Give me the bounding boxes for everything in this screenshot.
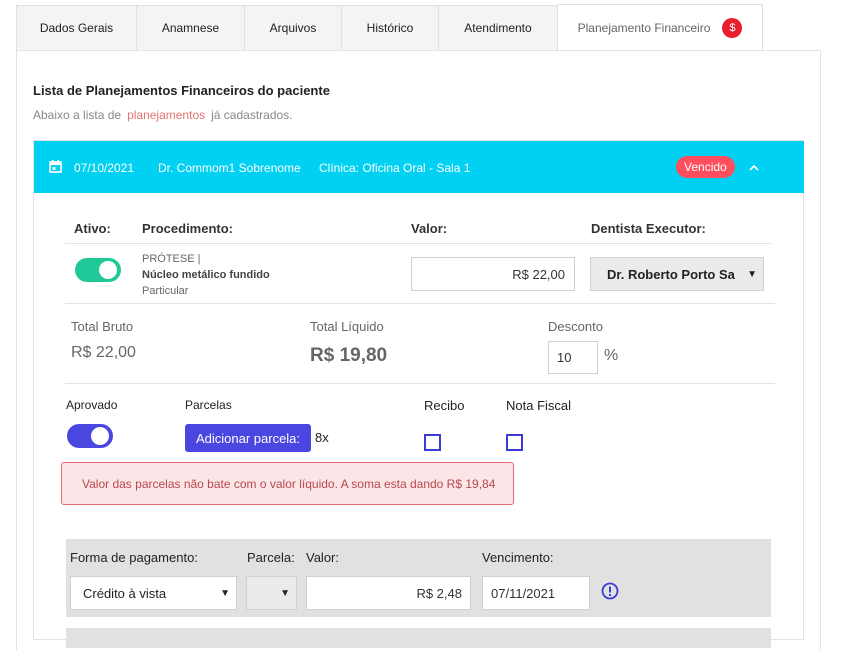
recibo-checkbox[interactable] <box>424 434 441 451</box>
divider <box>65 383 775 384</box>
aprovado-toggle[interactable] <box>67 424 113 448</box>
parcela-label: Parcela: <box>247 550 295 565</box>
parcela-valor-input[interactable]: R$ 2,48 <box>306 576 471 610</box>
procedure-category: PRÓTESE | <box>142 253 201 265</box>
dollar-icon: $ <box>722 17 743 38</box>
aprovado-label: Aprovado <box>66 398 118 412</box>
ativo-toggle[interactable] <box>75 258 121 282</box>
tab-label: Histórico <box>366 21 414 35</box>
tab-planejamento-financeiro[interactable]: Planejamento Financeiro $ <box>558 4 763 51</box>
status-badge: Vencido <box>676 156 735 178</box>
parcelas-count: 8x <box>315 430 329 445</box>
chevron-up-icon[interactable] <box>749 163 759 173</box>
tab-historico[interactable]: Histórico <box>342 5 439 51</box>
col-procedimento: Procedimento: <box>142 221 234 236</box>
chevron-down-icon: ▼ <box>744 268 757 280</box>
desconto-input[interactable]: 10 <box>548 341 598 374</box>
tab-anamnese[interactable]: Anamnese <box>137 5 245 51</box>
dentista-select[interactable]: Dr. Roberto Porto Sa ▼ <box>590 257 764 291</box>
divider <box>65 303 775 304</box>
tab-label: Dados Gerais <box>39 21 114 35</box>
plan-clinic: Clínica: Oficina Oral - Sala 1 <box>319 161 471 175</box>
nota-fiscal-label: Nota Fiscal <box>506 398 572 413</box>
parcela-select[interactable]: ▼ <box>246 576 297 610</box>
vencimento-label: Vencimento: <box>482 550 554 565</box>
payment-row-next <box>66 628 771 648</box>
chevron-down-icon: ▼ <box>220 587 230 599</box>
add-parcela-button[interactable]: Adicionar parcela: <box>185 424 311 452</box>
toggle-knob <box>91 427 109 445</box>
calendar-icon <box>49 160 62 173</box>
procedure-info: PRÓTESE | Núcleo metálico fundido Partic… <box>142 251 270 299</box>
procedure-name: Núcleo metálico fundido <box>142 269 270 281</box>
tab-atendimento[interactable]: Atendimento <box>439 5 558 51</box>
page-subtitle: Abaixo a lista de planejamentos já cadastr… <box>33 108 293 122</box>
tab-label: Planejamento Financeiro <box>577 20 711 35</box>
valor-label: Valor: <box>306 550 339 565</box>
plan-date: 07/10/2021 <box>74 161 135 175</box>
total-liquido-label: Total Líquido <box>310 319 384 334</box>
subtitle-post: já cadastrados. <box>211 108 293 122</box>
total-bruto-value: R$ 22,00 <box>71 344 136 361</box>
total-liquido-value: R$ 19,80 <box>310 345 388 366</box>
vencimento-input[interactable]: 07/11/2021 <box>482 576 590 610</box>
plan-doctor: Dr. Commom1 Sobrenome <box>158 161 301 175</box>
forma-pagamento-value: Crédito à vista <box>83 585 167 601</box>
tab-label: Anamnese <box>161 21 220 35</box>
nota-fiscal-checkbox[interactable] <box>506 434 523 451</box>
valor-input[interactable]: R$ 22,00 <box>411 257 575 291</box>
recibo-label: Recibo <box>424 398 465 413</box>
tab-bar: Dados Gerais Anamnese Arquivos Histórico… <box>16 4 763 51</box>
procedure-type: Particular <box>142 285 189 297</box>
col-dentista: Dentista Executor: <box>591 221 706 236</box>
total-bruto-label: Total Bruto <box>71 319 134 334</box>
desconto-unit: % <box>604 347 619 364</box>
tab-arquivos[interactable]: Arquivos <box>245 5 342 51</box>
tab-label: Atendimento <box>464 21 532 35</box>
toggle-knob <box>99 261 117 279</box>
forma-pagamento-select[interactable]: Crédito à vista ▼ <box>70 576 237 610</box>
planejamentos-link[interactable]: planejamentos <box>127 108 205 122</box>
forma-pagamento-label: Forma de pagamento: <box>70 550 198 565</box>
col-ativo: Ativo: <box>74 221 111 236</box>
divider <box>65 243 771 244</box>
chevron-down-icon: ▼ <box>280 587 290 599</box>
plan-card-header[interactable]: 07/10/2021 Dr. Commom1 Sobrenome Clínica… <box>34 141 804 193</box>
info-icon[interactable] <box>601 582 619 600</box>
parcelas-label: Parcelas <box>185 398 232 412</box>
col-valor: Valor: <box>411 221 448 236</box>
parcelas-alert: Valor das parcelas não bate com o valor … <box>61 462 514 505</box>
subtitle-pre: Abaixo a lista de <box>33 108 122 122</box>
page-title: Lista de Planejamentos Financeiros do pa… <box>33 83 330 98</box>
dentista-value: Dr. Roberto Porto Sa <box>607 266 735 282</box>
tab-label: Arquivos <box>269 21 317 35</box>
tab-dados-gerais[interactable]: Dados Gerais <box>16 5 137 51</box>
desconto-label: Desconto <box>548 319 603 334</box>
